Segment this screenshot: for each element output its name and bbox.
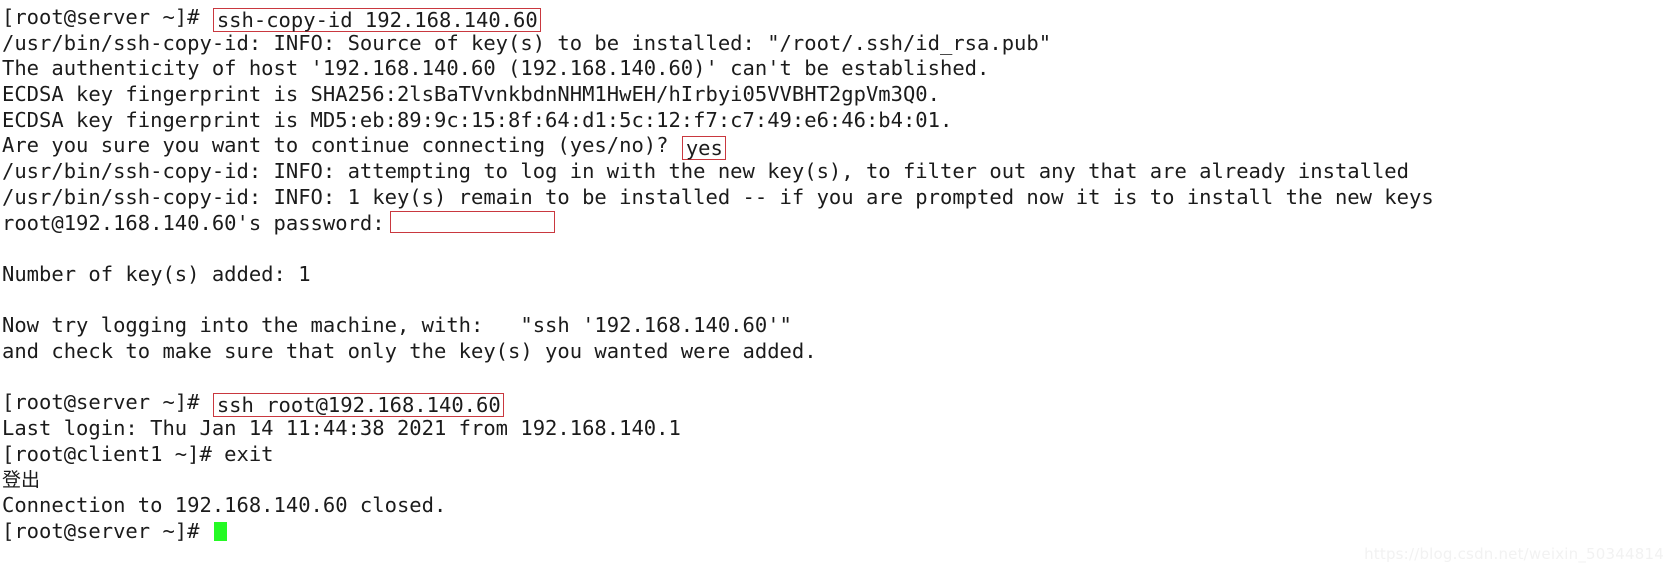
line-prompt-exit: [root@client1 ~]# exit: [2, 442, 1676, 468]
highlighted-command[interactable]: ssh root@192.168.140.60: [212, 393, 504, 418]
output-text: Last login: Thu Jan 14 11:44:38 2021 fro…: [2, 416, 681, 440]
line-blank-1: [2, 236, 1676, 262]
output-text: /usr/bin/ssh-copy-id: INFO: Source of ke…: [2, 30, 1052, 55]
shell-prompt: [root@server ~]#: [2, 5, 212, 29]
line-info-attempting: /usr/bin/ssh-copy-id: INFO: attempting t…: [2, 159, 1676, 185]
line-keys-added: Number of key(s) added: 1: [2, 262, 1676, 288]
output-text: /usr/bin/ssh-copy-id: INFO: attempting t…: [2, 159, 1409, 184]
output-text: /usr/bin/ssh-copy-id: INFO: 1 key(s) rem…: [2, 184, 1434, 209]
output-text: Number of key(s) added: 1: [2, 261, 311, 286]
terminal-window[interactable]: [root@server ~]# ssh-copy-id 192.168.140…: [0, 0, 1676, 576]
highlighted-command[interactable]: ssh-copy-id 192.168.140.60: [212, 8, 541, 32]
output-text: ECDSA key fingerprint is MD5:eb:89:9c:15…: [2, 107, 953, 132]
output-text: The authenticity of host '192.168.140.60…: [2, 56, 990, 81]
output-text: Now try logging into the machine, with: …: [2, 313, 792, 338]
output-text: ECDSA key fingerprint is SHA256:2lsBaTVv…: [2, 82, 940, 107]
line-prompt-ssh: [root@server ~]# ssh root@192.168.140.60: [2, 390, 1676, 418]
terminal-output: [root@server ~]# ssh-copy-id 192.168.140…: [2, 5, 1676, 544]
line-prompt-final: [root@server ~]#: [2, 519, 1676, 545]
shell-prompt: [root@server ~]#: [2, 390, 212, 415]
line-blank-3: [2, 365, 1676, 391]
shell-prompt: [root@server ~]#: [2, 518, 212, 543]
highlighted-command[interactable]: yes: [681, 136, 726, 161]
line-fingerprint-sha256: ECDSA key fingerprint is SHA256:2lsBaTVv…: [2, 82, 1676, 108]
line-password-prompt: root@192.168.140.60's password:: [2, 210, 1676, 237]
line-connection-closed: Connection to 192.168.140.60 closed.: [2, 493, 1676, 519]
line-info-remain: /usr/bin/ssh-copy-id: INFO: 1 key(s) rem…: [2, 185, 1676, 211]
output-text: and check to make sure that only the key…: [2, 338, 817, 363]
line-logout-cjk: 登出: [2, 467, 1676, 493]
line-fingerprint-md5: ECDSA key fingerprint is MD5:eb:89:9c:15…: [2, 108, 1676, 134]
shell-prompt: root@192.168.140.60's password:: [2, 210, 385, 235]
shell-prompt: Are you sure you want to continue connec…: [2, 133, 681, 158]
line-now-try: Now try logging into the machine, with: …: [2, 313, 1676, 339]
output-text: 登出: [2, 469, 41, 492]
watermark-text: https://blog.csdn.net/weixin_50344814: [1364, 545, 1664, 564]
line-confirm-yes: Are you sure you want to continue connec…: [2, 133, 1676, 161]
line-and-check: and check to make sure that only the key…: [2, 339, 1676, 365]
line-info-source: /usr/bin/ssh-copy-id: INFO: Source of ke…: [2, 31, 1676, 57]
output-text: [root@client1 ~]# exit: [2, 441, 274, 466]
text-cursor: [213, 521, 227, 541]
line-prompt-sshcopyid: [root@server ~]# ssh-copy-id 192.168.140…: [2, 5, 1676, 32]
line-last-login: Last login: Thu Jan 14 11:44:38 2021 fro…: [2, 416, 1676, 442]
line-authenticity: The authenticity of host '192.168.140.60…: [2, 56, 1676, 82]
output-text: Connection to 192.168.140.60 closed.: [2, 493, 447, 518]
line-blank-2: [2, 288, 1676, 314]
password-input-highlight[interactable]: [389, 210, 555, 233]
